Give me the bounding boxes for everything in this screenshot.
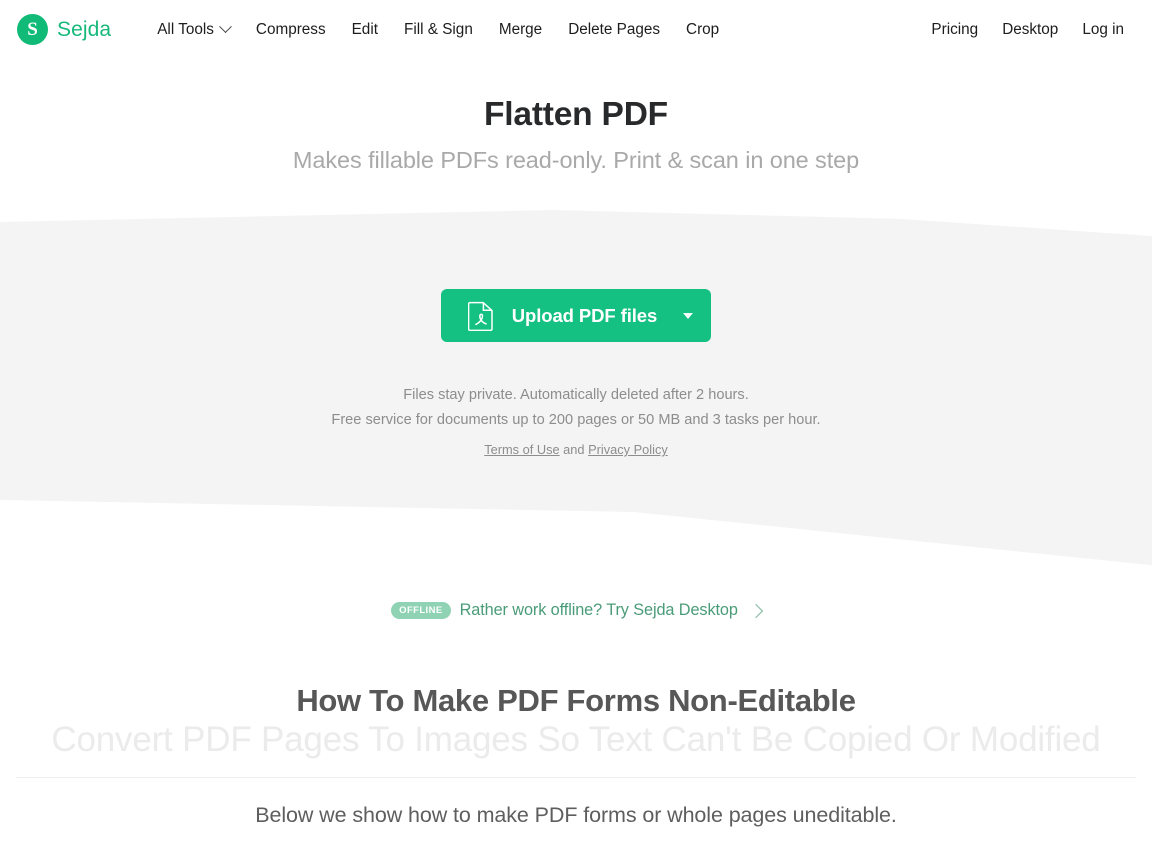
- site-header: S Sejda All Tools Compress Edit Fill & S…: [0, 0, 1152, 59]
- upload-pdf-files-button[interactable]: Upload PDF files: [440, 289, 712, 342]
- offline-badge: OFFLINE: [391, 602, 451, 619]
- chevron-right-icon: [748, 603, 763, 618]
- nav-item-delete-pages[interactable]: Delete Pages: [555, 15, 673, 45]
- pdf-file-icon: [467, 301, 494, 331]
- page-subtitle: Makes fillable PDFs read-only. Print & s…: [292, 147, 860, 173]
- terms-of-use-link[interactable]: Terms of Use: [484, 442, 559, 457]
- page-title: Flatten PDF: [484, 96, 668, 133]
- legal-links: Terms of Use and Privacy Policy: [0, 440, 1152, 459]
- hero-section: Flatten PDF Makes fillable PDFs read-onl…: [0, 92, 1152, 176]
- brand-name: Sejda: [57, 17, 112, 41]
- nav-item-log-in[interactable]: Log in: [1070, 15, 1136, 45]
- privacy-policy-link[interactable]: Privacy Policy: [588, 442, 668, 457]
- offline-promo: OFFLINE Rather work offline? Try Sejda D…: [0, 598, 1152, 623]
- upload-area: Upload PDF files: [0, 289, 1152, 342]
- brand-logo-link[interactable]: S Sejda: [17, 14, 111, 45]
- nav-item-fill-and-sign[interactable]: Fill & Sign: [391, 15, 486, 45]
- page-root: S Sejda All Tools Compress Edit Fill & S…: [0, 0, 1152, 861]
- caret-down-icon[interactable]: [683, 312, 694, 319]
- sejda-desktop-link[interactable]: OFFLINE Rather work offline? Try Sejda D…: [385, 598, 767, 623]
- legal-links-conjunction: and: [559, 442, 589, 457]
- sejda-logo-icon: S: [17, 14, 48, 45]
- upload-fineprint: Files stay private. Automatically delete…: [0, 383, 1152, 459]
- nav-item-compress[interactable]: Compress: [243, 15, 339, 45]
- nav-item-edit[interactable]: Edit: [339, 15, 391, 45]
- privacy-note: Files stay private. Automatically delete…: [403, 387, 749, 403]
- offline-promo-text: Rather work offline? Try Sejda Desktop: [459, 601, 738, 619]
- chevron-down-icon: [219, 20, 232, 34]
- limits-note: Free service for documents up to 200 pag…: [331, 412, 821, 428]
- how-to-section-headings: How To Make PDF Forms Non-Editable Conve…: [0, 680, 1152, 762]
- section-divider: [16, 777, 1136, 778]
- section-lede-text: Below we show how to make PDF forms or w…: [255, 803, 897, 827]
- section-lede: Below we show how to make PDF forms or w…: [0, 798, 1152, 832]
- upload-button-label: Upload PDF files: [511, 304, 658, 326]
- section-heading: How To Make PDF Forms Non-Editable: [296, 683, 856, 718]
- section-ghost-heading: Convert PDF Pages To Images So Text Can'…: [51, 720, 1101, 759]
- secondary-nav: Pricing Desktop Log in: [919, 15, 1136, 45]
- nav-label: All Tools: [157, 20, 214, 38]
- nav-item-crop[interactable]: Crop: [673, 15, 732, 45]
- nav-item-desktop[interactable]: Desktop: [990, 15, 1070, 45]
- nav-item-pricing[interactable]: Pricing: [919, 15, 990, 45]
- primary-nav: All Tools Compress Edit Fill & Sign Merg…: [144, 15, 732, 45]
- nav-item-all-tools[interactable]: All Tools: [144, 15, 243, 45]
- nav-item-merge[interactable]: Merge: [486, 15, 555, 45]
